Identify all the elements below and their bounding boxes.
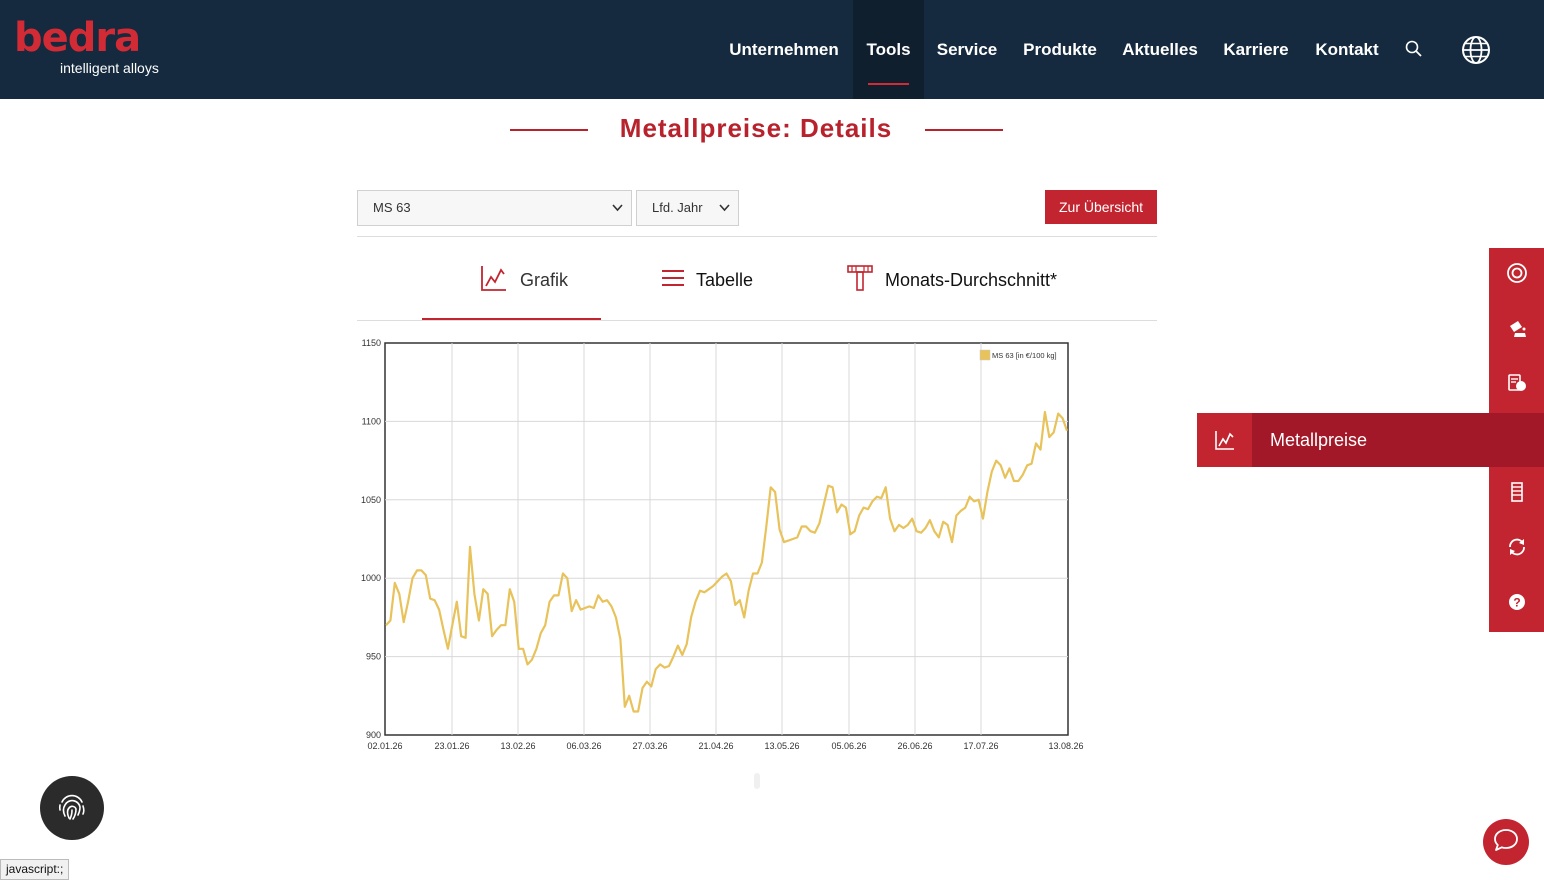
y-tick-label: 1050 bbox=[361, 495, 381, 505]
nav-item-karriere[interactable]: Karriere bbox=[1212, 0, 1300, 99]
page-title: Metallpreise: Details bbox=[619, 113, 893, 143]
side-item-help[interactable]: ? bbox=[1489, 577, 1544, 632]
x-tick-label: 13.02.26 bbox=[500, 741, 535, 751]
legend-swatch bbox=[979, 349, 991, 361]
divider bbox=[357, 320, 1157, 321]
nav-item-tools[interactable]: Tools bbox=[853, 0, 924, 99]
side-item-metallpreise[interactable]: Metallpreise bbox=[1197, 413, 1544, 467]
price-line-chart: 900 950 1000 1050 1100 1150 02.01.26 23.01.26 1… bbox=[361, 338, 1084, 751]
chevron-down-icon bbox=[719, 191, 730, 239]
y-tick-label: 950 bbox=[366, 652, 381, 662]
site-header: bedra intelligent alloys Unternehmen Too… bbox=[0, 0, 1544, 99]
nav-item-unternehmen[interactable]: Unternehmen bbox=[717, 0, 851, 99]
legend-label: MS 63 [in €/100 kg] bbox=[992, 351, 1057, 360]
logo-tagline: intelligent alloys bbox=[60, 60, 159, 76]
list-icon bbox=[662, 268, 684, 293]
y-tick-label: 1150 bbox=[362, 338, 381, 348]
nav-item-aktuelles[interactable]: Aktuelles bbox=[1112, 0, 1208, 99]
coins-icon bbox=[1506, 372, 1528, 399]
x-tick-label: 13.05.26 bbox=[764, 741, 799, 751]
x-tick-label: 21.04.26 bbox=[698, 741, 733, 751]
alloy-select[interactable]: MS 63 bbox=[357, 190, 632, 226]
globe-icon[interactable] bbox=[1461, 35, 1491, 70]
page-title-wrap: Metallpreise: Details bbox=[0, 113, 1512, 144]
side-menu-top bbox=[1489, 248, 1544, 413]
x-tick-label: 05.06.26 bbox=[831, 741, 866, 751]
x-tick-label: 06.03.26 bbox=[566, 741, 601, 751]
side-item-target[interactable] bbox=[1489, 248, 1544, 303]
search-icon[interactable] bbox=[1405, 40, 1423, 63]
chevron-down-icon bbox=[612, 191, 623, 239]
x-tick-label: 23.01.26 bbox=[434, 741, 469, 751]
svg-text:?: ? bbox=[1513, 596, 1520, 610]
target-icon bbox=[1506, 262, 1528, 289]
x-tick-label: 02.01.26 bbox=[367, 741, 402, 751]
privacy-settings-button[interactable] bbox=[40, 776, 104, 840]
tab-monats-durchschnitt[interactable]: Monats-Durchschnitt* bbox=[847, 255, 1057, 305]
y-tick-label: 1100 bbox=[362, 416, 381, 426]
tab-tabelle[interactable]: Tabelle bbox=[662, 255, 753, 305]
bedra-logo[interactable]: bedra intelligent alloys bbox=[14, 15, 159, 76]
nav-item-produkte[interactable]: Produkte bbox=[1012, 0, 1108, 99]
nav-item-service[interactable]: Service bbox=[926, 0, 1008, 99]
chat-button[interactable] bbox=[1483, 819, 1529, 865]
plot-area bbox=[384, 342, 1069, 736]
x-tick-label: 17.07.26 bbox=[963, 741, 998, 751]
title-decor-right bbox=[925, 129, 1003, 131]
overview-button[interactable]: Zur Übersicht bbox=[1045, 190, 1157, 224]
period-select[interactable]: Lfd. Jahr bbox=[636, 190, 739, 226]
side-item-coins[interactable] bbox=[1489, 358, 1544, 413]
side-item-pour[interactable] bbox=[1489, 303, 1544, 358]
x-tick-label: 13.08.26 bbox=[1048, 741, 1083, 751]
logo-wordmark: bedra bbox=[14, 15, 141, 61]
tab-monats-durchschnitt-label: Monats-Durchschnitt* bbox=[885, 269, 1058, 290]
tab-tabelle-label: Tabelle bbox=[696, 269, 754, 290]
refresh-icon bbox=[1506, 536, 1528, 563]
fingerprint-icon bbox=[54, 788, 90, 829]
t-bar-icon bbox=[847, 264, 873, 297]
y-tick-label: 900 bbox=[366, 730, 381, 740]
scroll-indicator bbox=[754, 773, 760, 789]
browser-status-bar: javascript:; bbox=[0, 859, 70, 880]
help-icon: ? bbox=[1508, 593, 1526, 616]
tab-grafik-label: Grafik bbox=[520, 269, 569, 290]
side-item-coil[interactable] bbox=[1489, 467, 1544, 522]
alloy-select-value: MS 63 bbox=[373, 200, 411, 215]
tab-grafik[interactable]: Grafik bbox=[480, 255, 568, 305]
side-item-refresh[interactable] bbox=[1489, 522, 1544, 577]
coil-icon bbox=[1506, 481, 1528, 508]
pour-icon bbox=[1506, 317, 1528, 344]
period-select-value: Lfd. Jahr bbox=[652, 200, 703, 215]
x-tick-label: 26.06.26 bbox=[897, 741, 932, 751]
nav-item-kontakt[interactable]: Kontakt bbox=[1304, 0, 1390, 99]
line-chart-icon bbox=[1197, 413, 1252, 467]
line-chart-icon bbox=[480, 264, 508, 297]
x-tick-label: 27.03.26 bbox=[632, 741, 667, 751]
chart-legend: MS 63 [in €/100 kg] bbox=[979, 349, 1057, 361]
flyout-label: Metallpreise bbox=[1270, 430, 1368, 450]
chat-bubble-icon bbox=[1493, 828, 1519, 857]
divider bbox=[357, 236, 1157, 237]
side-menu-bottom: ? bbox=[1489, 467, 1544, 632]
y-tick-label: 1000 bbox=[361, 573, 381, 583]
